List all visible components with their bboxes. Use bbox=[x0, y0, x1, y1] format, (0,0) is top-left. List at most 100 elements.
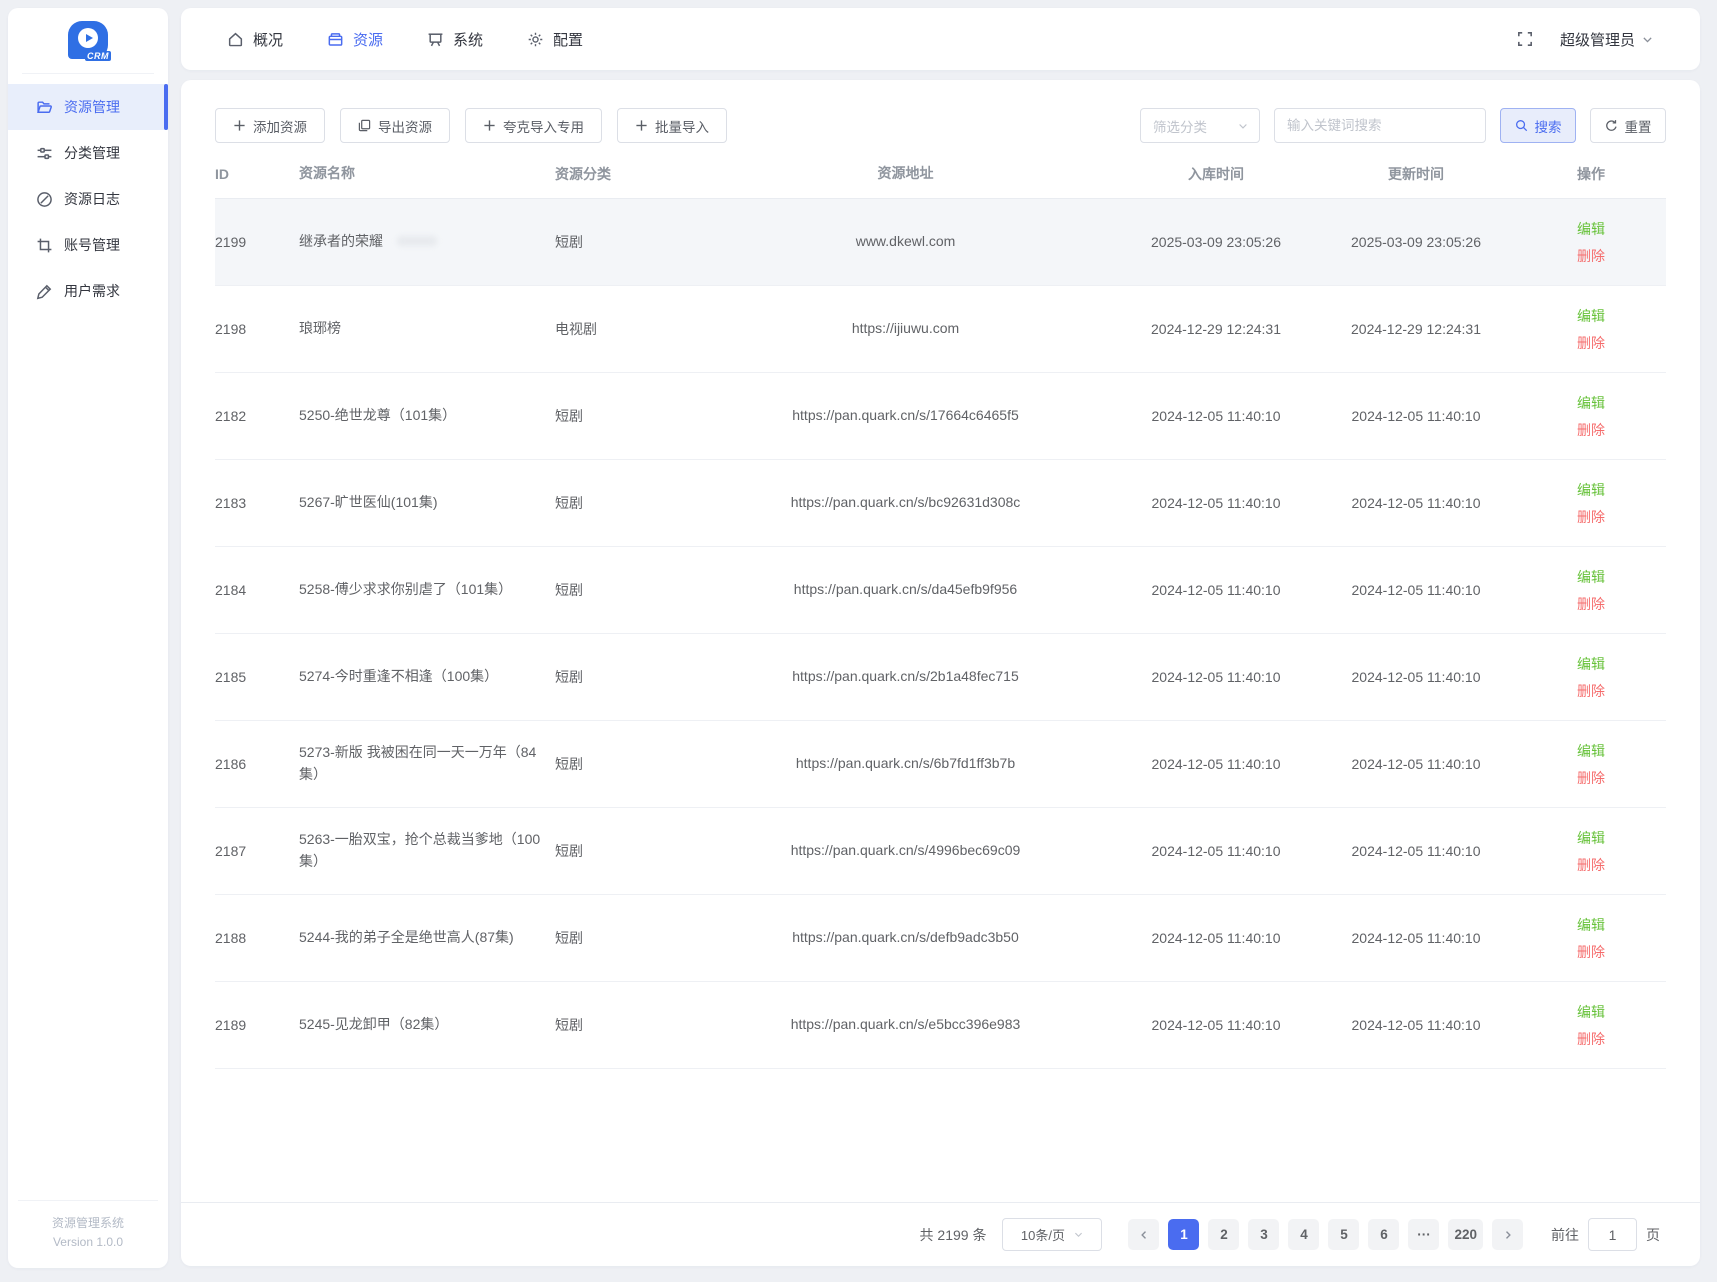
page-button[interactable]: 3 bbox=[1248, 1219, 1280, 1250]
cell-updated: 2024-12-05 11:40:10 bbox=[1351, 930, 1481, 946]
edit-link[interactable]: 编辑 bbox=[1577, 654, 1605, 674]
edit-link[interactable]: 编辑 bbox=[1577, 915, 1605, 935]
page-button[interactable]: 4 bbox=[1288, 1219, 1320, 1250]
top-nav-item[interactable]: 资源 bbox=[327, 29, 383, 50]
cell-updated: 2024-12-05 11:40:10 bbox=[1351, 582, 1481, 598]
sidebar-item[interactable]: 用户需求 bbox=[8, 268, 168, 314]
page-button[interactable]: 5 bbox=[1328, 1219, 1360, 1250]
edit-link[interactable]: 编辑 bbox=[1577, 1002, 1605, 1022]
top-nav: 概况 资源 系统 配置 bbox=[227, 29, 583, 50]
page-buttons: 1 2 3 4 5 6 ··· 220 bbox=[1168, 1219, 1483, 1250]
delete-link[interactable]: 删除 bbox=[1577, 681, 1605, 701]
total-count: 共 2199 条 bbox=[919, 1226, 987, 1243]
cell-url: www.dkewl.com bbox=[855, 233, 956, 250]
table-row: 2189 5245-见龙卸甲（82集） 短剧 https://pan.quark… bbox=[215, 982, 1666, 1069]
crop-icon bbox=[37, 238, 52, 252]
sidebar-item[interactable]: 资源日志 bbox=[8, 176, 168, 222]
edit-link[interactable]: 编辑 bbox=[1577, 393, 1605, 413]
toolbar-button-label: 夸克导入专用 bbox=[503, 119, 584, 135]
col-header-category: 资源分类 bbox=[555, 165, 611, 182]
folder-open-icon bbox=[37, 100, 52, 113]
sidebar-item-label: 分类管理 bbox=[64, 145, 120, 161]
cell-updated: 2024-12-05 11:40:10 bbox=[1351, 756, 1481, 772]
table-header-row: ID 资源名称 资源分类 资源地址 入库时间 更新时间 操作 bbox=[215, 149, 1666, 199]
sidebar-item[interactable]: 分类管理 bbox=[8, 130, 168, 176]
delete-link[interactable]: 删除 bbox=[1577, 420, 1605, 440]
cell-updated: 2025-03-09 23:05:26 bbox=[1351, 234, 1481, 250]
app-name: 资源管理系统 bbox=[51, 1215, 124, 1230]
cell-name: 5263-一胎双宝，抢个总裁当爹地（100集） bbox=[299, 831, 541, 869]
page-button[interactable]: 2 bbox=[1208, 1219, 1240, 1250]
delete-link[interactable]: 删除 bbox=[1577, 594, 1605, 614]
search-button[interactable]: 搜索 bbox=[1500, 108, 1576, 143]
delete-link[interactable]: 删除 bbox=[1577, 507, 1605, 527]
top-nav-item[interactable]: 配置 bbox=[527, 29, 583, 50]
sidebar-item-label: 账号管理 bbox=[64, 237, 120, 253]
toolbar-button[interactable]: 批量导入 bbox=[617, 108, 727, 143]
edit-link[interactable]: 编辑 bbox=[1577, 306, 1605, 326]
category-filter-select[interactable]: 筛选分类 bbox=[1140, 108, 1260, 143]
cell-actions: 编辑 删除 bbox=[1516, 915, 1666, 962]
goto-page-input[interactable] bbox=[1588, 1218, 1637, 1251]
cell-updated: 2024-12-05 11:40:10 bbox=[1351, 843, 1481, 859]
delete-link[interactable]: 删除 bbox=[1577, 768, 1605, 788]
cell-id: 2199 bbox=[215, 234, 247, 250]
chevron-down-icon bbox=[1643, 36, 1652, 42]
table-row: 2187 5263-一胎双宝，抢个总裁当爹地（100集） 短剧 https://… bbox=[215, 808, 1666, 895]
reset-button[interactable]: 重置 bbox=[1590, 108, 1666, 143]
cell-actions: 编辑 删除 bbox=[1516, 828, 1666, 875]
page-button[interactable]: 1 bbox=[1168, 1219, 1200, 1250]
delete-link[interactable]: 删除 bbox=[1577, 855, 1605, 875]
action-buttons: 添加资源 导出资源 夸克导入专用 批量导入 bbox=[215, 108, 727, 143]
toolbar-button[interactable]: 导出资源 bbox=[340, 108, 450, 143]
top-nav-item[interactable]: 系统 bbox=[427, 29, 483, 50]
resource-folder-icon bbox=[328, 32, 343, 46]
sidebar-item[interactable]: 账号管理 bbox=[8, 222, 168, 268]
main-panel: 添加资源 导出资源 夸克导入专用 批量导入 筛选分类 输入关键词搜索 搜索 重置… bbox=[181, 80, 1700, 1266]
edit-link[interactable]: 编辑 bbox=[1577, 480, 1605, 500]
page-button[interactable]: 220 bbox=[1448, 1219, 1483, 1250]
chevron-down-icon bbox=[1239, 123, 1247, 129]
cell-name: 5245-见龙卸甲（82集） bbox=[299, 1016, 449, 1033]
page-size-select[interactable]: 10条/页 bbox=[1002, 1218, 1103, 1251]
cell-category: 短剧 bbox=[555, 843, 583, 859]
toolbar-button[interactable]: 夸克导入专用 bbox=[465, 108, 602, 143]
toolbar-button-label: 导出资源 bbox=[378, 119, 432, 135]
cell-id: 2185 bbox=[215, 669, 247, 685]
edit-link[interactable]: 编辑 bbox=[1577, 828, 1605, 848]
monitor-icon bbox=[428, 32, 443, 46]
user-menu[interactable]: 超级管理员 bbox=[1560, 29, 1654, 50]
col-header-ops: 操作 bbox=[1577, 165, 1605, 182]
edit-link[interactable]: 编辑 bbox=[1577, 219, 1605, 239]
cell-created: 2025-03-09 23:05:26 bbox=[1151, 234, 1281, 250]
edit-link[interactable]: 编辑 bbox=[1577, 567, 1605, 587]
delete-link[interactable]: 删除 bbox=[1577, 333, 1605, 353]
delete-link[interactable]: 删除 bbox=[1577, 1029, 1605, 1049]
cell-id: 2198 bbox=[215, 321, 247, 337]
app-logo: CRM bbox=[22, 8, 154, 74]
cell-name: 5258-傅少求求你别虐了（101集） bbox=[299, 581, 513, 598]
cell-id: 2188 bbox=[215, 930, 247, 946]
cell-created: 2024-12-05 11:40:10 bbox=[1151, 408, 1281, 424]
next-page-button[interactable] bbox=[1492, 1219, 1523, 1250]
top-nav-item[interactable]: 概况 bbox=[227, 29, 283, 50]
cell-url: https://pan.quark.cn/s/4996bec69c09 bbox=[790, 842, 1021, 859]
page-button[interactable]: 6 bbox=[1368, 1219, 1400, 1250]
toolbar-button[interactable]: 添加资源 bbox=[215, 108, 325, 143]
cell-actions: 编辑 删除 bbox=[1516, 567, 1666, 614]
table-body: 2199 继承者的荣耀 短剧 www.dkewl.com 2025-03-09 … bbox=[215, 199, 1666, 1069]
prev-page-button[interactable] bbox=[1128, 1219, 1160, 1250]
delete-link[interactable]: 删除 bbox=[1577, 942, 1605, 962]
top-nav-label: 概况 bbox=[253, 31, 284, 49]
page-button[interactable]: ··· bbox=[1408, 1219, 1440, 1250]
fullscreen-icon[interactable] bbox=[1516, 30, 1534, 48]
cell-created: 2024-12-05 11:40:10 bbox=[1151, 582, 1281, 598]
sliders-icon bbox=[37, 147, 52, 159]
delete-link[interactable]: 删除 bbox=[1577, 246, 1605, 266]
top-nav-label: 系统 bbox=[453, 31, 484, 49]
edit-link[interactable]: 编辑 bbox=[1577, 741, 1605, 761]
goto-page: 前往 页 bbox=[1551, 1218, 1660, 1251]
keyword-search-input[interactable] bbox=[1274, 108, 1486, 143]
cell-url: https://pan.quark.cn/s/e5bcc396e983 bbox=[790, 1016, 1021, 1033]
sidebar-item[interactable]: 资源管理 bbox=[8, 84, 168, 130]
